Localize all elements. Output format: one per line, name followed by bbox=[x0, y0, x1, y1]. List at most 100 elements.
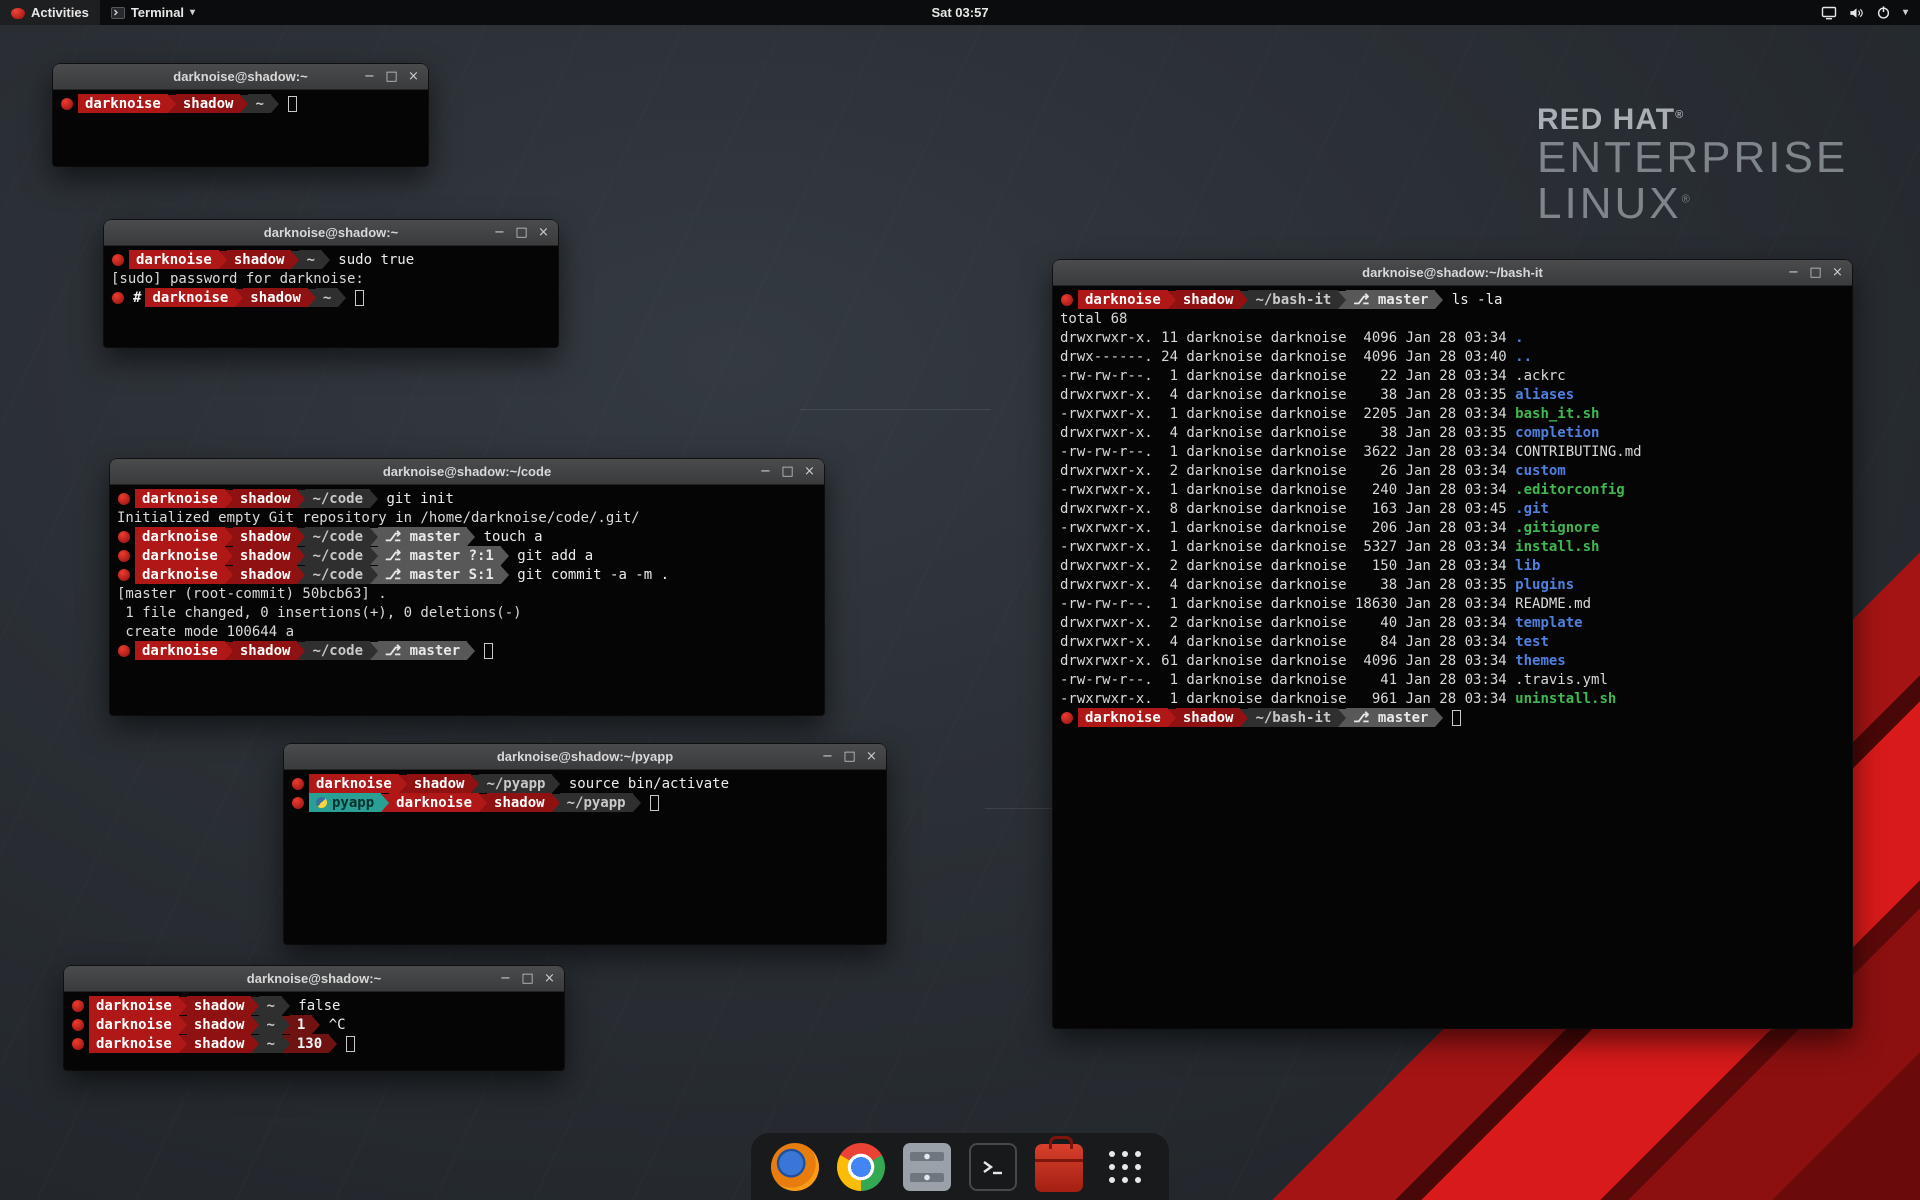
minimize-button[interactable]: − bbox=[819, 748, 836, 765]
close-button[interactable]: × bbox=[405, 68, 422, 85]
prompt-segment-user: darknoise bbox=[135, 565, 225, 584]
terminal-line: darknoiseshadow~1 ^C bbox=[71, 1015, 557, 1034]
maximize-button[interactable]: □ bbox=[1807, 264, 1824, 281]
output-text: [master (root-commit) 50bcb63] . bbox=[117, 586, 387, 602]
terminal-icon[interactable] bbox=[969, 1143, 1017, 1191]
powerline-arrow bbox=[225, 642, 233, 660]
prompt-segment-git: ⎇ master bbox=[378, 527, 467, 546]
system-status-area[interactable]: ▾ bbox=[1809, 0, 1920, 25]
close-button[interactable]: × bbox=[541, 970, 558, 987]
powerline-arrow bbox=[322, 251, 330, 269]
prompt-segment-path: ~/bash-it bbox=[1248, 708, 1338, 727]
powerline-arrow bbox=[552, 775, 560, 793]
chrome-icon[interactable] bbox=[837, 1143, 885, 1191]
terminal-content[interactable]: darknoiseshadow~ bbox=[53, 90, 428, 117]
terminal-content[interactable]: darknoiseshadow~/bash-it⎇ master ls -lat… bbox=[1053, 286, 1852, 731]
close-button[interactable]: × bbox=[1829, 264, 1846, 281]
terminal-line: darknoiseshadow~/bash-it⎇ master bbox=[1060, 708, 1845, 727]
powerline-arrow bbox=[467, 642, 475, 660]
activities-button[interactable]: Activities bbox=[0, 0, 100, 25]
window-title: darknoise@shadow:~ bbox=[173, 69, 307, 84]
terminal-window-home-small: darknoise@shadow:~ − □ × darknoiseshadow… bbox=[53, 64, 428, 166]
files-icon[interactable] bbox=[903, 1143, 951, 1191]
dock bbox=[751, 1133, 1169, 1200]
terminal-window-exit-codes: darknoise@shadow:~ − □ × darknoiseshadow… bbox=[64, 966, 564, 1070]
prompt-segment-exit: 130 bbox=[290, 1034, 329, 1053]
minimize-button[interactable]: − bbox=[497, 970, 514, 987]
powerline-arrow bbox=[370, 642, 378, 660]
prompt-segment-host: shadow bbox=[407, 774, 472, 793]
terminal-line: drwxrwxr-x. 4 darknoise darknoise 38 Jan… bbox=[1060, 385, 1845, 404]
close-button[interactable]: × bbox=[535, 224, 552, 241]
redhat-prompt-icon bbox=[118, 645, 130, 657]
app-grid-icon[interactable] bbox=[1101, 1143, 1149, 1191]
powerline-arrow bbox=[297, 490, 305, 508]
powerline-arrow bbox=[235, 289, 243, 307]
redhat-prompt-icon bbox=[292, 778, 304, 790]
powerline-arrow bbox=[179, 997, 187, 1015]
window-titlebar[interactable]: darknoise@shadow:~/code − □ × bbox=[110, 459, 824, 485]
firefox-icon[interactable] bbox=[771, 1143, 819, 1191]
maximize-button[interactable]: □ bbox=[383, 68, 400, 85]
chevron-down-icon: ▾ bbox=[1903, 7, 1908, 18]
terminal-line: drwxrwxr-x. 4 darknoise darknoise 84 Jan… bbox=[1060, 632, 1845, 651]
clock[interactable]: Sat 03:57 bbox=[921, 0, 998, 25]
registered-mark: ® bbox=[1682, 193, 1693, 205]
toolbox-icon[interactable] bbox=[1035, 1144, 1083, 1192]
chevron-down-icon: ▾ bbox=[190, 7, 195, 18]
powerline-arrow bbox=[370, 490, 378, 508]
powerline-arrow bbox=[297, 566, 305, 584]
prompt-segment-host: shadow bbox=[233, 546, 298, 565]
app-menu-terminal[interactable]: Terminal ▾ bbox=[100, 0, 206, 25]
powerline-arrow bbox=[308, 289, 316, 307]
maximize-button[interactable]: □ bbox=[841, 748, 858, 765]
maximize-button[interactable]: □ bbox=[519, 970, 536, 987]
prompt-segment-user: darknoise bbox=[135, 641, 225, 660]
output-text: total 68 bbox=[1060, 311, 1127, 327]
minimize-button[interactable]: − bbox=[757, 463, 774, 480]
terminal-line: -rw-rw-r--. 1 darknoise darknoise 3622 J… bbox=[1060, 442, 1845, 461]
output-text: -rwxrwxr-x. 1 darknoise darknoise 206 Ja… bbox=[1060, 520, 1515, 536]
file-name: lib bbox=[1515, 558, 1540, 574]
terminal-cursor bbox=[288, 96, 297, 112]
powerline-arrow bbox=[282, 997, 290, 1015]
command-text: false bbox=[290, 998, 341, 1014]
powerline-arrow bbox=[338, 289, 346, 307]
prompt-segment-user: darknoise bbox=[135, 546, 225, 565]
redhat-prompt-icon bbox=[118, 569, 130, 581]
powerline-arrow bbox=[370, 528, 378, 546]
prompt-segment-path: ~/code bbox=[305, 527, 370, 546]
minimize-button[interactable]: − bbox=[491, 224, 508, 241]
terminal-content[interactable]: darknoiseshadow~/code git initInitialize… bbox=[110, 485, 824, 664]
powerline-arrow bbox=[1338, 709, 1346, 727]
terminal-content[interactable]: darknoiseshadow~ falsedarknoiseshadow~1 … bbox=[64, 992, 564, 1057]
file-name: .git bbox=[1515, 501, 1549, 517]
window-titlebar[interactable]: darknoise@shadow:~ − □ × bbox=[104, 220, 558, 246]
prompt-segment-user: darknoise bbox=[389, 793, 479, 812]
powerline-arrow bbox=[297, 547, 305, 565]
window-titlebar[interactable]: darknoise@shadow:~ − □ × bbox=[64, 966, 564, 992]
logo-red-hat: RED HAT® bbox=[1537, 104, 1848, 135]
maximize-button[interactable]: □ bbox=[779, 463, 796, 480]
terminal-content[interactable]: darknoiseshadow~/pyapp source bin/activa… bbox=[284, 770, 886, 816]
file-name: completion bbox=[1515, 425, 1599, 441]
terminal-window-pyapp: darknoise@shadow:~/pyapp − □ × darknoise… bbox=[284, 744, 886, 944]
output-text: [sudo] password for darknoise: bbox=[111, 271, 364, 287]
minimize-button[interactable]: − bbox=[361, 68, 378, 85]
output-text: drwxrwxr-x. 4 darknoise darknoise 38 Jan… bbox=[1060, 577, 1515, 593]
close-button[interactable]: × bbox=[863, 748, 880, 765]
window-titlebar[interactable]: darknoise@shadow:~/pyapp − □ × bbox=[284, 744, 886, 770]
close-button[interactable]: × bbox=[801, 463, 818, 480]
minimize-button[interactable]: − bbox=[1785, 264, 1802, 281]
prompt-segment-host: shadow bbox=[176, 94, 241, 113]
window-titlebar[interactable]: darknoise@shadow:~ − □ × bbox=[53, 64, 428, 90]
powerline-arrow bbox=[1168, 709, 1176, 727]
window-title: darknoise@shadow:~/bash-it bbox=[1362, 265, 1543, 280]
powerline-arrow bbox=[467, 528, 475, 546]
window-titlebar[interactable]: darknoise@shadow:~/bash-it − □ × bbox=[1053, 260, 1852, 286]
terminal-content[interactable]: darknoiseshadow~ sudo true[sudo] passwor… bbox=[104, 246, 558, 311]
powerline-arrow bbox=[370, 547, 378, 565]
powerline-arrow bbox=[1435, 709, 1443, 727]
maximize-button[interactable]: □ bbox=[513, 224, 530, 241]
terminal-cursor bbox=[355, 290, 364, 306]
